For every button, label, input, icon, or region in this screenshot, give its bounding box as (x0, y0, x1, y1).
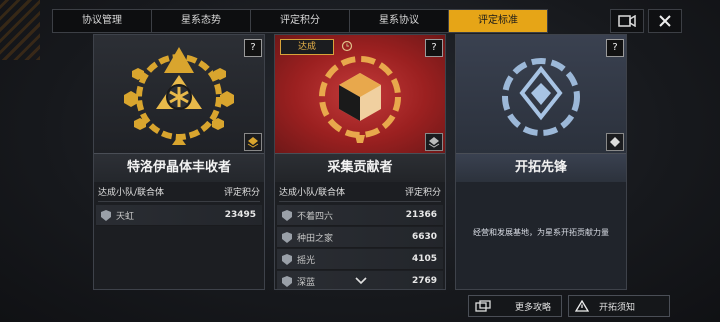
team-score: 23495 (224, 210, 256, 220)
achieved-badge: 达成 (280, 39, 334, 55)
tab-rating-standard[interactable]: 评定标准 (449, 10, 547, 32)
table-row: 种田之家 6630 (277, 227, 443, 248)
table-row: 天虹 23495 (96, 205, 262, 226)
team-rank-icon (101, 209, 111, 221)
table-row: 不着四六 21366 (277, 205, 443, 226)
video-button[interactable] (610, 9, 644, 33)
team-score: 4105 (411, 254, 437, 264)
team-name: 不着四六 (297, 211, 334, 222)
team-score: 6630 (411, 232, 437, 242)
timer-icon (341, 40, 353, 52)
layers-icon (428, 137, 440, 148)
help-button[interactable]: ? (606, 39, 624, 57)
team-name: 种田之家 (297, 233, 334, 244)
header-team: 达成小队/联合体 (279, 188, 346, 198)
team-name: 摇光 (297, 255, 316, 266)
header-team: 达成小队/联合体 (98, 188, 165, 198)
tab-galaxy-situation[interactable]: 星系态势 (152, 10, 251, 32)
tab-protocol-management[interactable]: 协议管理 (53, 10, 152, 32)
card-title: 开拓先锋 (456, 153, 626, 182)
copy-icon (475, 300, 491, 312)
team-score: 2769 (411, 276, 437, 286)
card-troy-crystal-harvester[interactable]: ? 特洛伊晶体丰收者 达成小队/联合体 评定积分 天虹 23495 (93, 34, 265, 290)
layers-icon (247, 137, 259, 148)
team-rank-icon (282, 209, 292, 221)
rank-corner (425, 133, 443, 151)
table-header: 达成小队/联合体 评定积分 (98, 185, 260, 202)
tab-galaxy-protocol[interactable]: 星系协议 (350, 10, 449, 32)
card-title: 特洛伊晶体丰收者 (94, 153, 264, 182)
rank-corner (244, 133, 262, 151)
card-art (94, 35, 264, 153)
header-score: 评定积分 (404, 188, 441, 198)
hazard-stripes (0, 0, 40, 60)
video-camera-icon (618, 15, 636, 27)
help-button[interactable]: ? (425, 39, 443, 57)
card-description: 经营和发展基地，为星系开拓贡献力量 (473, 228, 609, 237)
table-header: 达成小队/联合体 评定积分 (279, 185, 441, 202)
team-score: 21366 (405, 210, 437, 220)
pioneer-notice-button[interactable]: 开拓须知 (568, 295, 670, 317)
more-guides-button[interactable]: 更多攻略 (468, 295, 562, 317)
team-rank-icon (282, 275, 292, 287)
close-icon (659, 15, 671, 27)
header-score: 评定积分 (223, 188, 260, 198)
gold-emblem-icon (124, 47, 234, 145)
scroll-down-chevron-icon[interactable] (355, 277, 367, 285)
pioneer-notice-label: 开拓须知 (599, 302, 636, 313)
blue-emblem-icon (502, 58, 580, 136)
tab-rating-points[interactable]: 评定积分 (251, 10, 350, 32)
close-button[interactable] (648, 9, 682, 33)
card-title: 采集贡献者 (275, 153, 445, 182)
table-row: 摇光 4105 (277, 249, 443, 270)
card-art (456, 35, 626, 153)
tab-bar: 协议管理 星系态势 评定积分 星系协议 评定标准 (52, 9, 548, 33)
team-rank-icon (282, 253, 292, 265)
card-gathering-contributor[interactable]: 达成 ? 采集贡献者 达成小队/联合体 评定积分 不着四六 21366 种田之家… (274, 34, 446, 290)
team-rank-icon (282, 231, 292, 243)
warning-icon (575, 300, 589, 312)
help-button[interactable]: ? (244, 39, 262, 57)
team-name: 天虹 (116, 211, 135, 222)
card-pioneer-vanguard[interactable]: ? 开拓先锋 经营和发展基地，为星系开拓贡献力量 (455, 34, 627, 290)
diamond-icon (610, 137, 620, 147)
rank-corner (606, 133, 624, 151)
more-guides-label: 更多攻略 (515, 302, 552, 313)
